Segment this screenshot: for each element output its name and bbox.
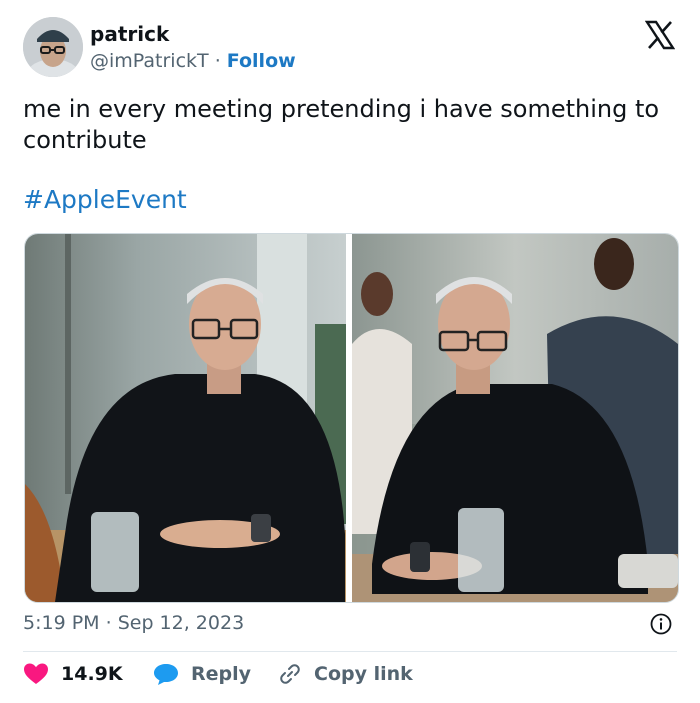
like-button[interactable]: 14.9K bbox=[23, 662, 123, 686]
avatar-image bbox=[23, 17, 83, 77]
hashtag-link[interactable]: #AppleEvent bbox=[23, 185, 187, 214]
author-handle-line: @imPatrickT · Follow bbox=[90, 50, 296, 72]
heart-icon bbox=[24, 663, 48, 684]
tweet-timestamp[interactable]: 5:19 PM · Sep 12, 2023 bbox=[23, 612, 244, 634]
timestamp-separator: · bbox=[105, 612, 112, 634]
tweet-card: patrick @imPatrickT · Follow me in every… bbox=[0, 0, 700, 703]
reply-label: Reply bbox=[191, 663, 252, 685]
divider bbox=[23, 651, 677, 652]
tweet-date: Sep 12, 2023 bbox=[117, 612, 245, 634]
reply-bubble-icon bbox=[154, 664, 178, 685]
like-count: 14.9K bbox=[61, 663, 123, 685]
author-name[interactable]: patrick bbox=[90, 22, 169, 46]
link-icon bbox=[280, 664, 300, 684]
tweet-photo-1[interactable] bbox=[25, 234, 346, 602]
author-avatar[interactable] bbox=[23, 17, 83, 77]
copy-link-button[interactable]: Copy link bbox=[278, 662, 413, 686]
author-handle[interactable]: @imPatrickT bbox=[90, 50, 209, 72]
x-logo-icon[interactable] bbox=[645, 20, 675, 50]
copy-link-label: Copy link bbox=[314, 663, 413, 685]
tweet-time: 5:19 PM bbox=[23, 612, 100, 634]
tweet-photo-2[interactable] bbox=[352, 234, 678, 602]
follow-button[interactable]: Follow bbox=[227, 50, 296, 72]
tweet-text: me in every meeting pretending i have so… bbox=[23, 95, 660, 154]
info-icon[interactable] bbox=[650, 613, 672, 635]
media-grid bbox=[24, 233, 679, 603]
reply-button[interactable]: Reply bbox=[153, 662, 251, 686]
handle-separator: · bbox=[214, 50, 221, 72]
